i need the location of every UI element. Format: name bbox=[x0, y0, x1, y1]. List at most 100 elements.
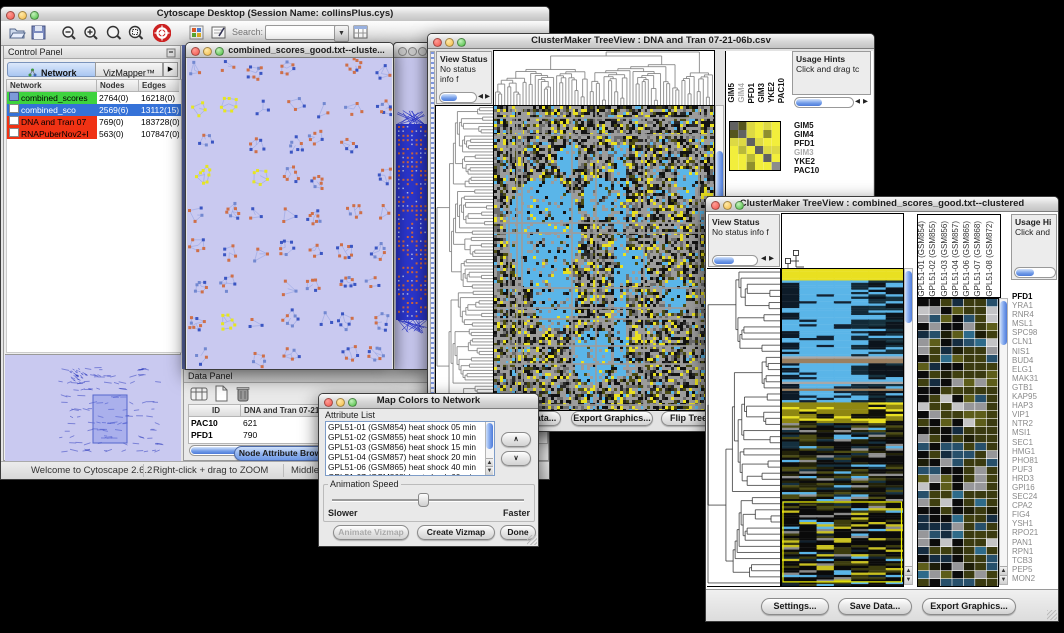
dense-network-canvas[interactable] bbox=[395, 58, 429, 369]
annotation-icon[interactable] bbox=[211, 25, 227, 40]
search-dropdown-arrow-icon[interactable]: ▼ bbox=[334, 25, 349, 42]
gene-label[interactable]: PEP5 bbox=[1012, 565, 1057, 574]
thumb[interactable] bbox=[714, 257, 734, 264]
attribute-list-item[interactable]: GPL51-02 (GSM855) heat shock 10 min bbox=[326, 432, 484, 442]
animation-slider-thumb[interactable] bbox=[418, 493, 429, 507]
gene-label[interactable]: GPI16 bbox=[1012, 483, 1057, 492]
treeview2-export-graphics-button[interactable]: Export Graphics... bbox=[922, 598, 1016, 615]
dialog-titlebar[interactable]: Map Colors to Network bbox=[319, 394, 538, 409]
attribute-list-item[interactable]: GPL51-04 (GSM857) heat shock 20 min bbox=[326, 452, 484, 462]
gene-label[interactable]: MAK31 bbox=[1012, 374, 1057, 383]
tab-overflow-arrow-icon[interactable]: ▶ bbox=[163, 62, 178, 77]
attribute-list-item[interactable]: GPL51-07 (GSM868) heat shock 60 min bbox=[326, 472, 484, 476]
attribute-list-item[interactable]: GPL51-03 (GSM856) heat shock 15 min bbox=[326, 442, 484, 452]
cluster-col-label[interactable]: PAC10 bbox=[778, 78, 788, 103]
network-row[interactable]: DNA and Tran 07769(0)183728(0) bbox=[7, 116, 181, 128]
treeview2-zoom-heatmap[interactable] bbox=[918, 299, 998, 586]
close-icon[interactable] bbox=[324, 398, 333, 407]
minimize-icon[interactable] bbox=[203, 47, 212, 56]
tab-network[interactable]: Network bbox=[7, 62, 97, 77]
zoom-window-icon[interactable] bbox=[215, 47, 224, 56]
treeview1-row-dendrogram[interactable] bbox=[436, 106, 493, 410]
gene-label[interactable]: HRD3 bbox=[1012, 474, 1057, 483]
close-icon[interactable] bbox=[433, 38, 442, 47]
attribute-list-item[interactable]: GPL51-01 (GSM854) heat shock 05 min bbox=[326, 422, 484, 432]
search-input[interactable] bbox=[265, 25, 337, 40]
zoom-window-icon[interactable] bbox=[457, 38, 466, 47]
zoom-fit-icon[interactable] bbox=[105, 25, 122, 41]
zoom-in-icon[interactable] bbox=[83, 25, 99, 41]
gene-label[interactable]: NIS1 bbox=[1012, 347, 1057, 356]
scroll-left-icon[interactable]: ◀ bbox=[478, 92, 483, 102]
zoom-window-icon[interactable] bbox=[418, 47, 427, 56]
resize-grip[interactable] bbox=[527, 535, 537, 545]
network-table-col-network[interactable]: Network bbox=[7, 80, 97, 92]
gene-label[interactable]: HAP3 bbox=[1012, 401, 1057, 410]
attribute-listbox[interactable]: GPL51-01 (GSM854) heat shock 05 minGPL51… bbox=[325, 421, 495, 476]
usage-hints-hscrollbar[interactable] bbox=[1014, 267, 1056, 278]
treeview2-save-data-button[interactable]: Save Data... bbox=[838, 598, 912, 615]
gene-label[interactable]: SPC98 bbox=[1012, 328, 1057, 337]
attribute-select-icon[interactable] bbox=[190, 386, 208, 402]
view-status-hscrollbar[interactable] bbox=[439, 92, 477, 103]
thumb[interactable] bbox=[1016, 269, 1034, 276]
treeview1-usage-hscrollbar[interactable] bbox=[794, 97, 854, 108]
table-import-icon[interactable] bbox=[353, 25, 369, 40]
move-attribute-down-button[interactable]: ∨ bbox=[501, 451, 531, 466]
array-col-label[interactable]: GPL51-03 (GSM856) bbox=[941, 221, 952, 297]
treeview1-titlebar[interactable]: ClusterMaker TreeView : DNA and Tran 07-… bbox=[428, 34, 874, 49]
gene-label[interactable]: CPA2 bbox=[1012, 501, 1057, 510]
treeview2-vscrollbar[interactable]: ▲ ▼ bbox=[904, 268, 913, 585]
new-attribute-icon[interactable] bbox=[214, 385, 229, 402]
background-network-window[interactable] bbox=[393, 42, 431, 370]
gene-label[interactable]: TCB3 bbox=[1012, 556, 1057, 565]
gene-label[interactable]: PHO81 bbox=[1012, 456, 1057, 465]
gene-label[interactable]: PFD1 bbox=[1012, 292, 1057, 301]
gene-label[interactable]: PAN1 bbox=[1012, 538, 1057, 547]
gene-label[interactable]: NTR2 bbox=[1012, 419, 1057, 428]
gene-label[interactable]: SEC24 bbox=[1012, 492, 1057, 501]
scroll-right-icon[interactable]: ▶ bbox=[485, 92, 490, 102]
minimize-icon[interactable] bbox=[445, 38, 454, 47]
treeview2-heatmap[interactable] bbox=[782, 269, 903, 586]
move-attribute-up-button[interactable]: ∧ bbox=[501, 432, 531, 447]
data-table-col-id[interactable]: ID bbox=[189, 405, 241, 417]
gene-label[interactable]: FIG4 bbox=[1012, 510, 1057, 519]
zoom-window-icon[interactable] bbox=[348, 398, 357, 407]
close-icon[interactable] bbox=[191, 47, 200, 56]
gene-label[interactable]: VIP1 bbox=[1012, 410, 1057, 419]
gene-label[interactable]: GTB1 bbox=[1012, 383, 1057, 392]
gene-label[interactable]: RPN1 bbox=[1012, 547, 1057, 556]
treeview1-mini-heatmap[interactable] bbox=[730, 122, 780, 170]
minimize-icon[interactable] bbox=[18, 11, 27, 20]
gene-label[interactable]: MSI1 bbox=[1012, 428, 1057, 437]
thumb[interactable] bbox=[441, 94, 457, 101]
gene-label[interactable]: PUF3 bbox=[1012, 465, 1057, 474]
minimize-icon[interactable] bbox=[336, 398, 345, 407]
minimize-icon[interactable] bbox=[408, 47, 417, 56]
minimize-icon[interactable] bbox=[723, 201, 732, 210]
close-icon[interactable] bbox=[711, 201, 720, 210]
gene-label[interactable]: SEC1 bbox=[1012, 438, 1057, 447]
scroll-down-icon[interactable]: ▼ bbox=[1000, 575, 1007, 584]
scroll-down-icon[interactable]: ▼ bbox=[905, 575, 912, 584]
background-window-titlebar[interactable] bbox=[394, 43, 430, 58]
create-vizmap-button[interactable]: Create Vizmap bbox=[417, 525, 495, 540]
open-file-icon[interactable] bbox=[9, 25, 26, 40]
scroll-down-icon[interactable]: ▼ bbox=[486, 466, 493, 475]
treeview2-zoom-vscrollbar[interactable]: ▲ ▼ bbox=[999, 298, 1008, 585]
gene-label[interactable]: YRA1 bbox=[1012, 301, 1057, 310]
zoom-selected-icon[interactable] bbox=[127, 25, 144, 41]
treeview1-export-graphics-button[interactable]: Export Graphics... bbox=[571, 411, 653, 426]
network-row[interactable]: combined_scores2764(0)16218(0) bbox=[7, 92, 181, 104]
gene-label[interactable]: BUD4 bbox=[1012, 356, 1057, 365]
network-table-col-edges[interactable]: Edges bbox=[139, 80, 179, 92]
vizmapper-icon[interactable] bbox=[189, 25, 204, 40]
birdseye-canvas[interactable] bbox=[5, 355, 181, 462]
scroll-right-icon[interactable]: ▶ bbox=[863, 97, 868, 107]
scroll-left-icon[interactable]: ◀ bbox=[855, 97, 860, 107]
zoom-window-icon[interactable] bbox=[30, 11, 39, 20]
close-icon[interactable] bbox=[398, 47, 407, 56]
vscroll-thumb[interactable] bbox=[905, 271, 912, 323]
help-lifebuoy-icon[interactable] bbox=[153, 24, 171, 42]
